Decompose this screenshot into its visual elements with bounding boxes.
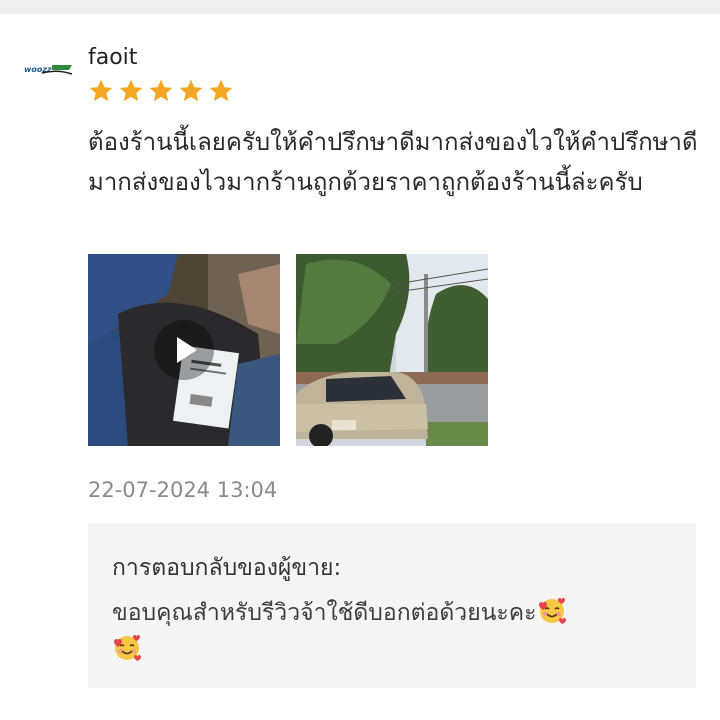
smiling-face-with-hearts-icon: [114, 635, 141, 661]
review-photo-thumbnail[interactable]: [296, 254, 488, 446]
reviewer-name[interactable]: faoit: [88, 44, 137, 72]
review-text: ต้องร้านนี้เลยครับให้คำปรึกษาดีมากส่งของ…: [88, 128, 698, 196]
top-divider: [0, 0, 720, 14]
star-icon: [149, 79, 173, 102]
review-timestamp: 22-07-2024 13:04: [88, 478, 278, 502]
avatar[interactable]: ᴡᴏᴏᴢᴢ: [22, 58, 74, 80]
seller-reply-body: ขอบคุณสำหรับรีวิวจ้าใช้ดีบอกต่อด้วยนะคะ: [112, 595, 672, 669]
star-icon: [209, 79, 233, 102]
star-rating: [88, 78, 234, 104]
smiling-face-with-hearts-icon: [538, 598, 566, 624]
seller-reply-text: ขอบคุณสำหรับรีวิวจ้าใช้ดีบอกต่อด้วยนะคะ: [112, 600, 537, 626]
review-video-thumbnail[interactable]: [88, 254, 280, 446]
svg-text:ᴡᴏᴏᴢᴢ: ᴡᴏᴏᴢᴢ: [24, 65, 52, 74]
star-icon: [119, 79, 143, 102]
play-icon[interactable]: [154, 320, 214, 380]
star-icon: [89, 79, 113, 102]
star-icon: [179, 79, 203, 102]
seller-reply: การตอบกลับของผู้ขาย: ขอบคุณสำหรับรีวิวจ้…: [88, 523, 696, 688]
seller-reply-title: การตอบกลับของผู้ขาย:: [112, 555, 342, 581]
